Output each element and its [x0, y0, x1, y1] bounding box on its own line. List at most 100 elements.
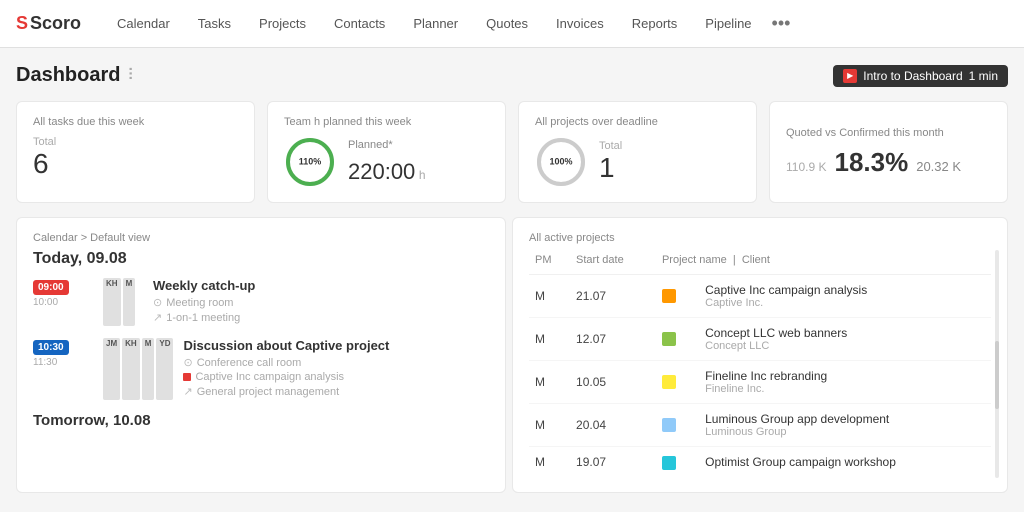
stat-cards: All tasks due this week Total 6 Team h p… — [16, 101, 1008, 203]
intro-link[interactable]: ▶ Intro to Dashboard 1 min — [833, 65, 1008, 87]
location-icon: ⊙ — [153, 296, 162, 309]
col-pm: PM — [529, 250, 570, 275]
projects-total-sub: Total — [599, 140, 622, 152]
avatar-m2: M — [142, 338, 155, 400]
logo-text: Scoro — [30, 13, 81, 34]
team-card-label: Team h planned this week — [284, 116, 489, 128]
nav-projects[interactable]: Projects — [247, 10, 318, 37]
projects-table-head: PM Start date Project name | Client — [529, 250, 991, 275]
event-1-time-end: 10:00 — [33, 297, 93, 308]
row-name-5: Optimist Group campaign workshop — [699, 447, 991, 478]
team-circle-label: 110% — [299, 158, 322, 167]
nav-calendar[interactable]: Calendar — [105, 10, 182, 37]
projects-table-header-row: PM Start date Project name | Client — [529, 250, 991, 275]
nav-quotes[interactable]: Quotes — [474, 10, 540, 37]
projects-deadline-card: All projects over deadline 100% Total 1 — [518, 101, 757, 203]
event-2-time-end: 11:30 — [33, 357, 93, 368]
table-row: M 19.07 Optimist Group campaign workshop — [529, 447, 991, 478]
nav-tasks[interactable]: Tasks — [186, 10, 243, 37]
calendar-date: Today, 09.08 — [33, 250, 489, 268]
event-1-location-text: Meeting room — [166, 297, 233, 309]
event-1-time-col: 09:00 10:00 — [33, 278, 93, 326]
team-planned-label: Planned* — [348, 139, 426, 151]
avatar-jm: JM — [103, 338, 120, 400]
avatar-kh: KH — [103, 278, 121, 326]
project-name-3: Fineline Inc rebranding — [705, 369, 985, 383]
event-2-location: ⊙ Conference call room — [183, 356, 489, 369]
tasks-card-sub: Total — [33, 136, 238, 148]
logo[interactable]: S Scoro — [16, 13, 81, 34]
table-row: M 20.04 Luminous Group app development L… — [529, 404, 991, 447]
nav-invoices[interactable]: Invoices — [544, 10, 616, 37]
row-color-4 — [656, 404, 699, 447]
row-name-1: Captive Inc campaign analysis Captive In… — [699, 275, 991, 318]
projects-table-body: M 21.07 Captive Inc campaign analysis Ca… — [529, 275, 991, 478]
intro-time: 1 min — [969, 69, 998, 83]
dashboard-title: Dashboard — [16, 64, 120, 87]
projects-label: All active projects — [529, 232, 991, 244]
nav-items: Calendar Tasks Projects Contacts Planner… — [105, 10, 764, 37]
team-planned-group: Planned* 220:00 h — [348, 139, 426, 185]
nav-reports[interactable]: Reports — [620, 10, 690, 37]
project-client-2: Concept LLC — [705, 340, 985, 352]
team-planned-value: 220:00 — [348, 159, 415, 184]
project-name-1: Captive Inc campaign analysis — [705, 283, 985, 297]
projects-total-value: 1 — [599, 152, 622, 184]
row-color-1 — [656, 275, 699, 318]
event-2: 10:30 11:30 JM KH M YD Discussion about … — [33, 338, 489, 400]
quoted-row: 110.9 K 18.3% 20.32 K — [786, 147, 991, 178]
row-pm-3: M — [529, 361, 570, 404]
project-color-dot-4 — [662, 418, 676, 432]
row-start-1: 21.07 — [570, 275, 656, 318]
nav-pipeline[interactable]: Pipeline — [693, 10, 763, 37]
project-name-2: Concept LLC web banners — [705, 326, 985, 340]
event-2-link-text: General project management — [197, 386, 339, 398]
row-start-2: 12.07 — [570, 318, 656, 361]
team-planned-unit: h — [419, 168, 426, 182]
event-2-location-text: Conference call room — [197, 357, 302, 369]
avatar-m: M — [123, 278, 136, 326]
dashboard-header: Dashboard ⫶ ▶ Intro to Dashboard 1 min — [16, 64, 1008, 87]
project-color-dot-1 — [662, 289, 676, 303]
tasks-card-value: 6 — [33, 148, 238, 180]
projects-total-group: Total 1 — [599, 140, 622, 184]
row-color-2 — [656, 318, 699, 361]
project-name-5: Optimist Group campaign workshop — [705, 455, 985, 469]
link-icon-2: ↗ — [183, 385, 192, 398]
navigation: S Scoro Calendar Tasks Projects Contacts… — [0, 0, 1024, 48]
projects-table-container: PM Start date Project name | Client M 21… — [529, 250, 991, 478]
event-2-link: ↗ General project management — [183, 385, 489, 398]
event-1-link: ↗ 1-on-1 meeting — [153, 311, 489, 324]
avatar-kh2: KH — [122, 338, 140, 400]
dashboard-title-group: Dashboard ⫶ — [16, 64, 132, 87]
nav-planner[interactable]: Planner — [401, 10, 470, 37]
row-pm-5: M — [529, 447, 570, 478]
nav-contacts[interactable]: Contacts — [322, 10, 397, 37]
avatar-yd: YD — [156, 338, 173, 400]
event-group-2: 10:30 11:30 JM KH M YD Discussion about … — [33, 338, 489, 400]
logo-icon: S — [16, 13, 28, 34]
bottom-section: Calendar > Default view Today, 09.08 09:… — [16, 217, 1008, 493]
calendar-section: Calendar > Default view Today, 09.08 09:… — [16, 217, 506, 493]
quoted-pct: 18.3% — [834, 147, 908, 178]
project-color-dot-5 — [662, 456, 676, 470]
main-content: Dashboard ⫶ ▶ Intro to Dashboard 1 min A… — [0, 48, 1024, 509]
quoted-right-value: 20.32 K — [916, 159, 961, 174]
event-2-time-badge: 10:30 — [33, 340, 69, 355]
event-2-tag-text: Captive Inc campaign analysis — [195, 371, 344, 383]
scrollbar-track[interactable] — [995, 250, 999, 478]
event-1: 09:00 10:00 KH M Weekly catch-up ⊙ Meeti… — [33, 278, 489, 326]
scrollbar-thumb[interactable] — [995, 341, 999, 409]
row-name-4: Luminous Group app development Luminous … — [699, 404, 991, 447]
nav-more-button[interactable]: ••• — [764, 9, 799, 38]
filter-icon[interactable]: ⫶ — [128, 67, 132, 85]
project-client-3: Fineline Inc. — [705, 383, 985, 395]
event-2-details: Discussion about Captive project ⊙ Confe… — [183, 338, 489, 400]
row-start-5: 19.07 — [570, 447, 656, 478]
col-start: Start date — [570, 250, 656, 275]
tasks-card: All tasks due this week Total 6 — [16, 101, 255, 203]
event-1-location: ⊙ Meeting room — [153, 296, 489, 309]
event-1-title: Weekly catch-up — [153, 278, 489, 293]
table-row: M 10.05 Fineline Inc rebranding Fineline… — [529, 361, 991, 404]
event-1-time-badge: 09:00 — [33, 280, 69, 295]
